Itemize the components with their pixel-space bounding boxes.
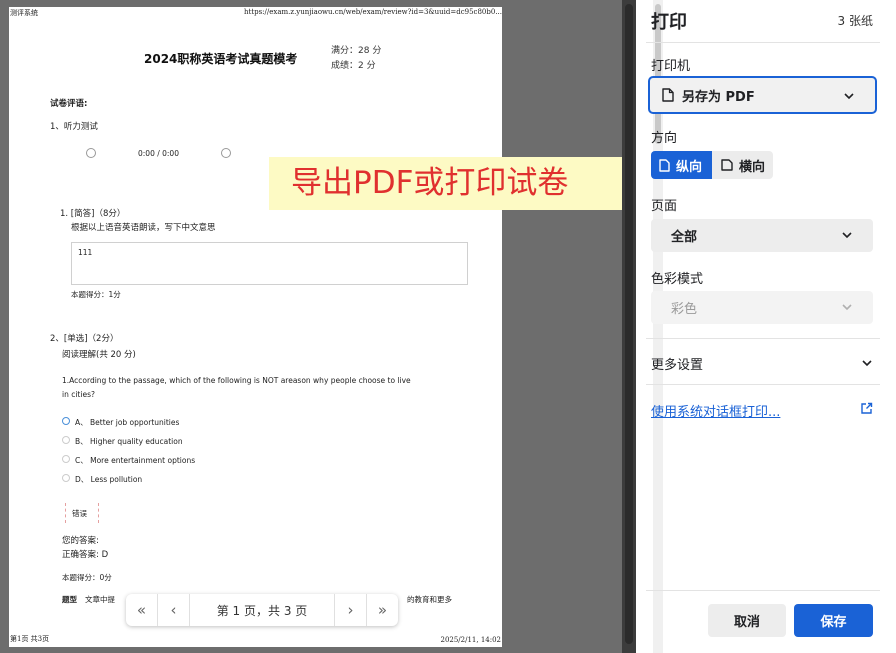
option-a-radio-icon [62, 417, 70, 425]
page-navigator: « ‹ 第 1 页，共 3 页 › » [126, 594, 398, 626]
analysis-label: 题型 [62, 595, 77, 604]
page-footer-pageno: 第1页 共3页 [10, 635, 50, 643]
settings-divider [646, 338, 880, 339]
printer-label: 打印机 [651, 59, 691, 74]
chevron-down-icon [844, 93, 854, 100]
more-settings-toggle[interactable]: 更多设置 [651, 354, 873, 373]
color-mode-label: 色彩模式 [651, 272, 704, 287]
pages-value: 全部 [671, 230, 698, 245]
cancel-button[interactable]: 取消 [708, 604, 786, 637]
option-c: C、 More entertainment options [75, 456, 196, 465]
double-chevron-right-icon: » [377, 601, 388, 619]
analysis-text-start: 文章中提 [85, 595, 115, 604]
review-heading: 试卷评语: [50, 99, 88, 109]
print-preview-area: 测评系统 https://exam.z.yunjiaowu.cn/web/exa… [0, 0, 636, 653]
more-settings-label: 更多设置 [651, 358, 704, 373]
question-2-score: 本题得分：0分 [62, 573, 112, 582]
prev-page-button[interactable]: ‹ [158, 594, 189, 626]
system-dialog-link[interactable]: 使用系统对话框打印... [651, 401, 780, 420]
save-button[interactable]: 保存 [794, 604, 873, 637]
chevron-right-icon: › [347, 601, 354, 619]
document-icon [662, 88, 674, 102]
first-page-button[interactable]: « [126, 594, 157, 626]
preview-page: 测评系统 https://exam.z.yunjiaowu.cn/web/exa… [9, 7, 502, 647]
exam-title: 2024职称英语考试真题模考 [144, 52, 298, 66]
page-indicator: 第 1 页，共 3 页 [216, 603, 308, 618]
full-score: 满分：28 分 [331, 46, 382, 56]
obtained-score: 成绩：2 分 [331, 61, 376, 71]
dialog-title: 打印 [651, 12, 687, 33]
chevron-down-icon [862, 360, 872, 367]
next-page-button[interactable]: › [335, 594, 366, 626]
portrait-label: 纵向 [676, 159, 703, 175]
last-page-button[interactable]: » [367, 594, 398, 626]
pages-label: 页面 [651, 199, 678, 214]
chevron-down-icon [842, 232, 852, 239]
orientation-label: 方向 [651, 131, 678, 146]
audio-time: 0:00 / 0:00 [138, 149, 179, 158]
open-external-icon[interactable] [860, 402, 873, 415]
audio-volume-icon [221, 148, 231, 158]
section-listening: 1、听力测试 [50, 122, 98, 132]
printer-select[interactable]: 另存为 PDF [648, 76, 877, 114]
option-d-radio-icon [62, 474, 70, 482]
page-header-site: 测评系统 [10, 9, 38, 17]
wrong-badge: 错误 [65, 503, 99, 523]
sheet-count: 3 张纸 [837, 14, 873, 28]
correct-answer: 正确答案: D [62, 550, 109, 560]
analysis-text-end: 的教育和更多 [407, 595, 452, 604]
portrait-option[interactable]: 纵向 [651, 151, 712, 179]
option-d: D、 Less pollution [75, 475, 143, 484]
landscape-page-icon [721, 159, 733, 171]
answer-box: 111 [71, 242, 468, 285]
score-meta: 满分：28 分 成绩：2 分 [331, 44, 381, 74]
portrait-page-icon [659, 158, 670, 172]
page-header-url: https://exam.z.yunjiaowu.cn/web/exam/rev… [243, 8, 502, 16]
preview-scrollbar[interactable] [622, 0, 636, 653]
option-b-radio-icon [62, 436, 70, 444]
printer-value: 另存为 PDF [682, 89, 755, 105]
landscape-option[interactable]: 横向 [712, 151, 773, 179]
question-1-score: 本题得分：1分 [71, 290, 121, 299]
title-divider [646, 42, 880, 43]
chevron-left-icon: ‹ [170, 601, 177, 619]
more-divider [646, 384, 880, 385]
question-2-line-2: in cities? [62, 390, 95, 399]
audio-play-icon [86, 148, 96, 158]
answer-text: 111 [78, 248, 93, 257]
preview-scrollbar-thumb[interactable] [625, 4, 633, 644]
pages-select[interactable]: 全部 [651, 219, 873, 252]
color-mode-select: 彩色 [651, 291, 873, 324]
option-a: A、 Better job opportunities [75, 418, 180, 427]
question-1-prompt: 根据以上语音英语朗读，写下中文意思 [71, 223, 216, 233]
wrong-badge-label: 错误 [72, 509, 87, 518]
landscape-label: 横向 [739, 159, 766, 175]
footer-divider [646, 590, 880, 591]
color-mode-value: 彩色 [671, 302, 698, 317]
option-b: B、 Higher quality education [75, 437, 183, 446]
question-1-head: 1. [简答]（8分） [60, 209, 126, 219]
chevron-down-icon [842, 304, 852, 311]
option-c-radio-icon [62, 455, 70, 463]
export-caption: 导出PDF或打印试卷 [269, 157, 627, 210]
double-chevron-left-icon: « [136, 601, 147, 619]
question-2-line-1: 1.According to the passage, which of the… [62, 376, 411, 385]
question-2-head: 2、[单选]（2分） [50, 334, 119, 344]
page-footer-datetime: 2025/2/11, 14:02 [440, 636, 501, 644]
your-answer: 您的答案: [62, 536, 99, 546]
question-2-sub: 阅读理解(共 20 分) [62, 350, 136, 360]
